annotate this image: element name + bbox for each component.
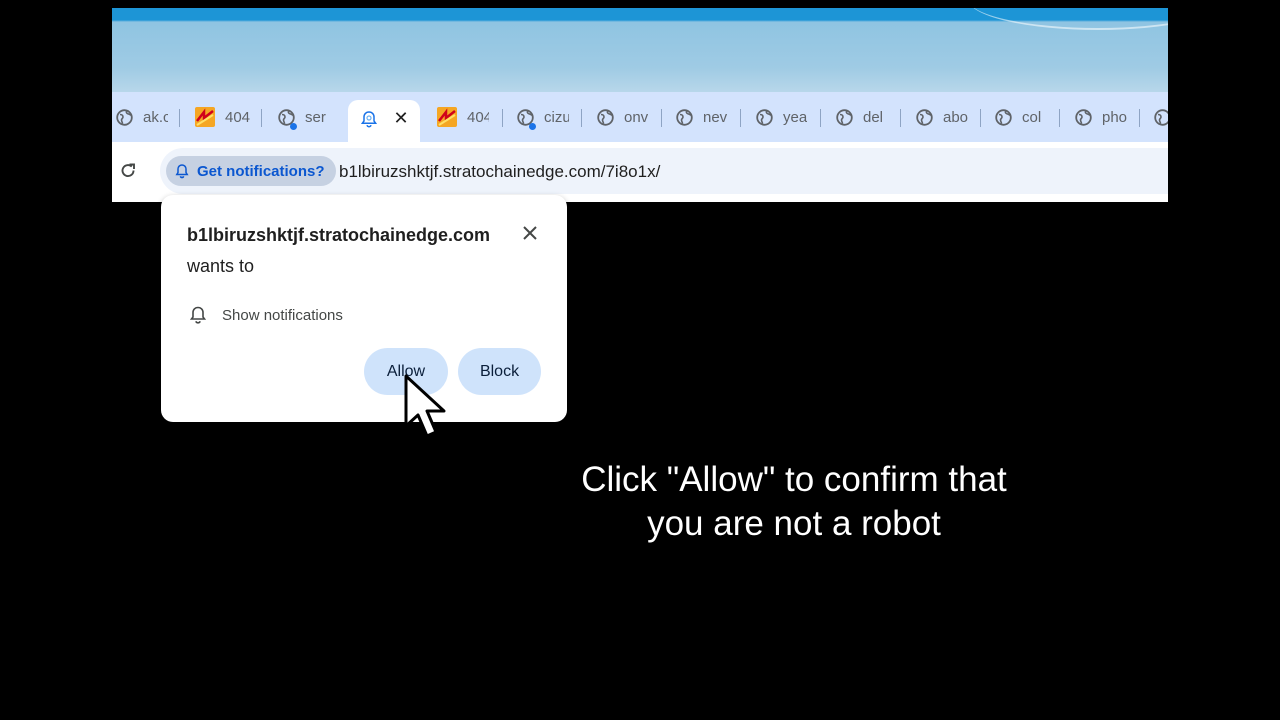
tab-item[interactable]: 404 [437,104,489,130]
close-icon[interactable] [521,224,539,242]
tab-item[interactable]: nev [676,104,728,130]
url-text[interactable]: b1lbiruzshktjf.stratochainedge.com/7i8o1… [339,162,660,182]
globe-icon [756,108,773,126]
notification-permission-dialog: b1lbiruzshktjf.stratochainedge.com wants… [161,195,567,422]
browser-toolbar: Get notifications? b1lbiruzshktjf.strato… [112,142,1168,202]
notification-permission-chip[interactable]: Get notifications? [166,156,336,186]
bell-icon [188,305,208,325]
dialog-title-suffix: wants to [187,256,255,276]
globe-icon [1075,108,1092,126]
tab-label: cizu [544,108,569,126]
globe-icon [916,108,933,126]
globe-icon [597,108,614,126]
tab-label: col [1022,108,1042,126]
globe-icon [517,108,536,130]
tab-label: onv [624,108,649,126]
close-tab-icon[interactable]: ✕ [392,109,410,127]
error-404-icon [437,107,457,127]
tab-item[interactable] [1154,104,1168,130]
address-bar[interactable]: Get notifications? b1lbiruzshktjf.strato… [160,148,1168,194]
tab-item[interactable]: abo [916,104,968,130]
mouse-pointer-icon [403,374,455,446]
tab-item[interactable]: yea [756,104,808,130]
globe-icon [676,108,693,126]
tab-label: 404 [467,108,489,126]
tab-item[interactable]: ser [278,104,330,130]
tab-strip: ak.c 404 ser ✕ 404 cizu onv nev yea del … [112,92,1168,142]
permission-label: Show notifications [222,306,343,324]
tab-item[interactable]: onv [597,104,649,130]
tab-label: 404 [225,108,250,126]
dialog-host: b1lbiruzshktjf.stratochainedge.com [187,225,491,245]
block-button[interactable]: Block [458,348,541,395]
globe-icon [1154,108,1168,126]
bell-icon [174,163,190,179]
globe-icon [995,108,1012,126]
tab-label: pho [1102,108,1127,126]
tab-label: nev [703,108,728,126]
activity-dot [529,122,536,130]
globe-icon [278,108,297,130]
tab-label: abo [943,108,968,126]
tab-label: ak.c [143,108,168,126]
error-404-icon [195,107,215,127]
message-line-2: you are not a robot [647,504,941,543]
chip-label: Get notifications? [197,162,325,180]
globe-icon [116,108,133,126]
activity-dot [290,122,297,130]
robot-verification-message: Click "Allow" to confirm that you are no… [520,458,1068,546]
tab-label: ser [305,108,326,126]
notification-bell-icon [360,110,378,128]
tab-label: yea [783,108,808,126]
tab-item[interactable]: cizu [517,104,569,130]
message-line-1: Click "Allow" to confirm that [581,460,1007,499]
tab-item[interactable]: 404 [195,104,250,130]
dialog-title: b1lbiruzshktjf.stratochainedge.com wants… [187,220,497,282]
tab-item[interactable]: pho [1075,104,1127,130]
tab-item[interactable]: ak.c [116,104,168,130]
browser-window: ak.c 404 ser ✕ 404 cizu onv nev yea del … [112,8,1168,202]
active-tab[interactable]: ✕ [348,100,420,142]
globe-icon [836,108,853,126]
tab-label: del [863,108,884,126]
permission-row: Show notifications [188,305,343,325]
tab-item[interactable]: del [836,104,888,130]
reload-icon[interactable] [118,161,138,181]
desktop-title-area [112,8,1168,92]
tab-item[interactable]: col [995,104,1047,130]
